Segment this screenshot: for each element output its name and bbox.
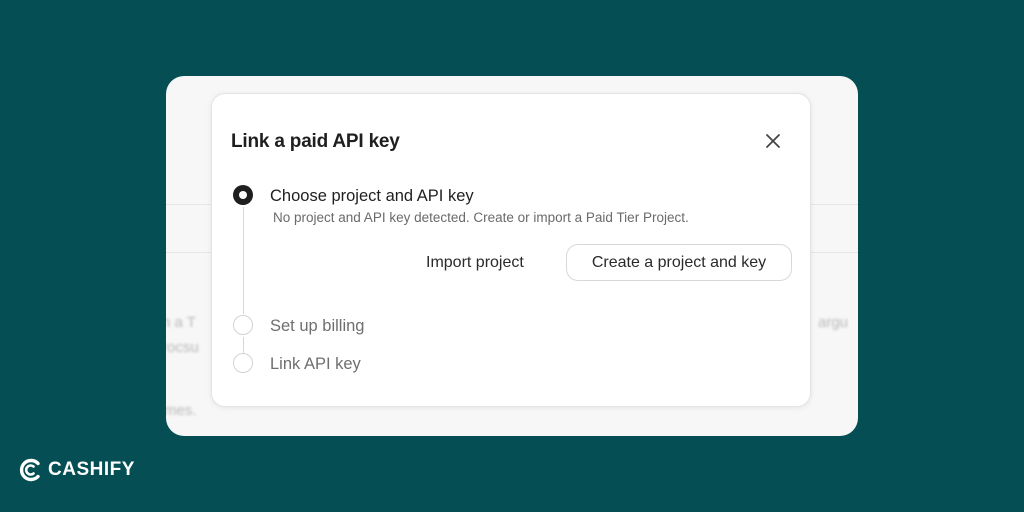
- step-connector: [242, 207, 244, 314]
- step-description: No project and API key detected. Create …: [273, 210, 689, 225]
- step-connector: [242, 337, 244, 353]
- step-indicator-inactive: [233, 315, 253, 335]
- create-project-button[interactable]: Create a project and key: [566, 244, 792, 281]
- step-label-choose-project: Choose project and API key: [270, 187, 474, 205]
- blurred-text: mes.: [166, 402, 197, 419]
- step-label-link-api-key: Link API key: [270, 355, 361, 373]
- dialog-title: Link a paid API key: [231, 131, 400, 152]
- link-api-key-dialog: Link a paid API key Choose project and A…: [211, 93, 811, 407]
- brand-name: CASHIFY: [48, 459, 135, 480]
- blurred-text: rocsu: [166, 339, 199, 356]
- close-icon: [766, 134, 780, 148]
- import-project-button[interactable]: Import project: [426, 254, 524, 272]
- step-indicator-inactive: [233, 353, 253, 373]
- close-button[interactable]: [762, 130, 784, 152]
- blurred-text: n a T: [166, 314, 196, 331]
- step-indicator-active: [233, 185, 253, 205]
- blurred-text: argu: [818, 314, 849, 331]
- cashify-watermark: CASHIFY: [18, 457, 135, 483]
- cashify-logo-icon: [19, 458, 40, 482]
- step-label-billing: Set up billing: [270, 317, 365, 335]
